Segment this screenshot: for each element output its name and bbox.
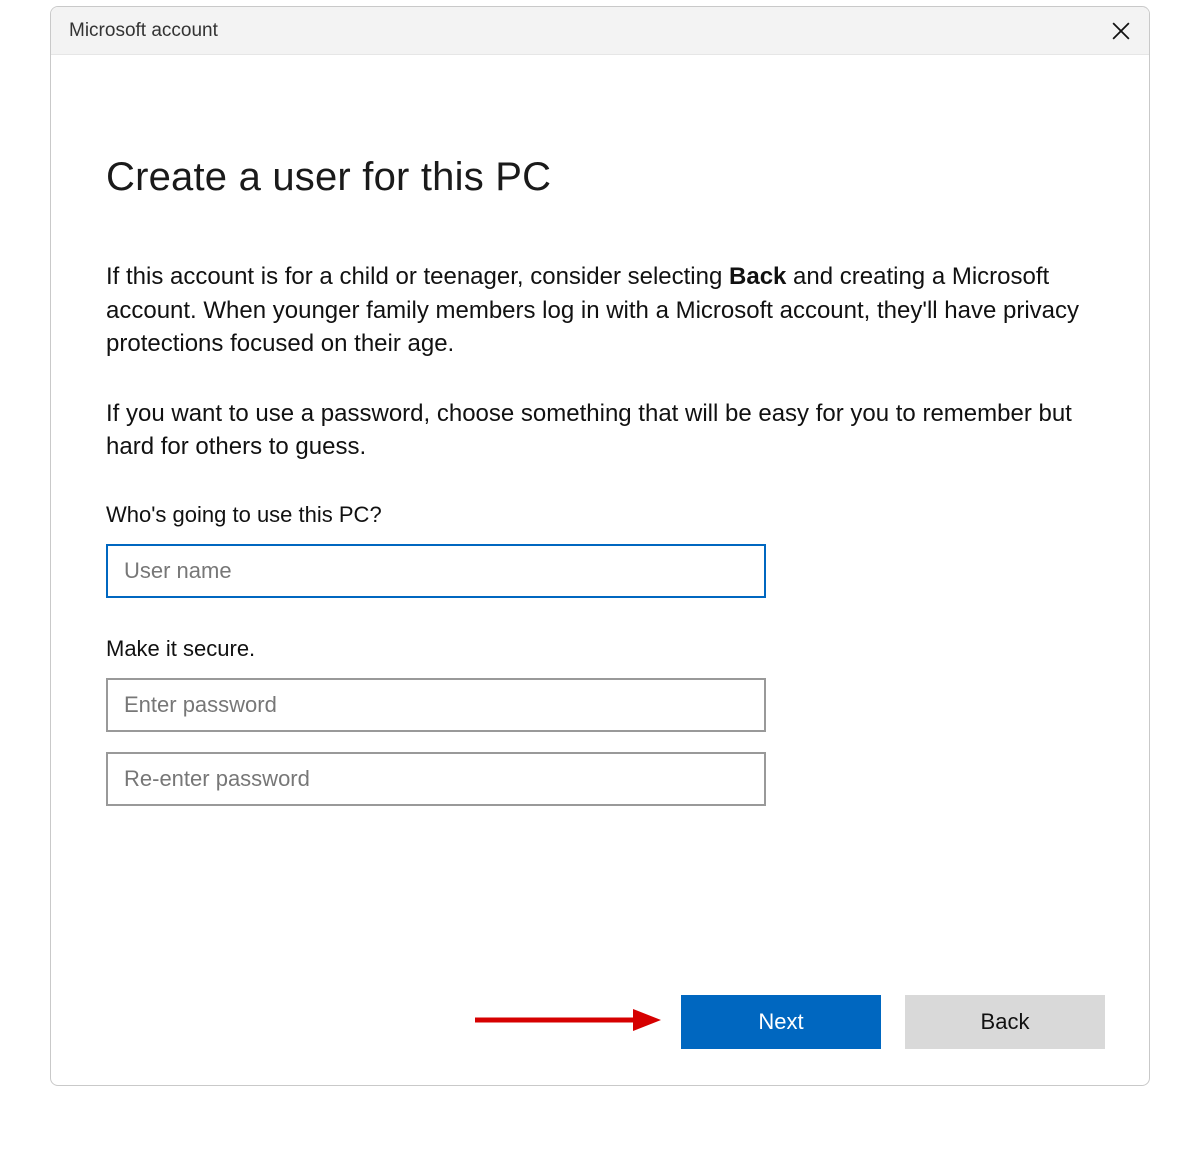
password-input[interactable]	[106, 678, 766, 732]
next-button[interactable]: Next	[681, 995, 881, 1049]
reenter-password-input[interactable]	[106, 752, 766, 806]
back-button[interactable]: Back	[905, 995, 1105, 1049]
username-label: Who's going to use this PC?	[106, 502, 1094, 528]
dialog-window: Microsoft account Create a user for this…	[50, 6, 1150, 1086]
intro-text-bold: Back	[729, 263, 786, 290]
title-bar: Microsoft account	[51, 7, 1149, 55]
intro-paragraph-2: If you want to use a password, choose so…	[106, 397, 1094, 464]
content-area: Create a user for this PC If this accoun…	[51, 55, 1149, 806]
intro-text-a: If this account is for a child or teenag…	[106, 263, 729, 290]
username-input[interactable]	[106, 544, 766, 598]
page-heading: Create a user for this PC	[106, 155, 1094, 200]
password-section-label: Make it secure.	[106, 636, 1094, 662]
close-button[interactable]	[1093, 7, 1149, 55]
intro-paragraph-1: If this account is for a child or teenag…	[106, 260, 1094, 361]
annotation-arrow-icon	[471, 1005, 661, 1035]
window-title: Microsoft account	[69, 20, 218, 42]
footer-buttons: Next Back	[681, 995, 1105, 1049]
close-icon	[1112, 22, 1130, 40]
